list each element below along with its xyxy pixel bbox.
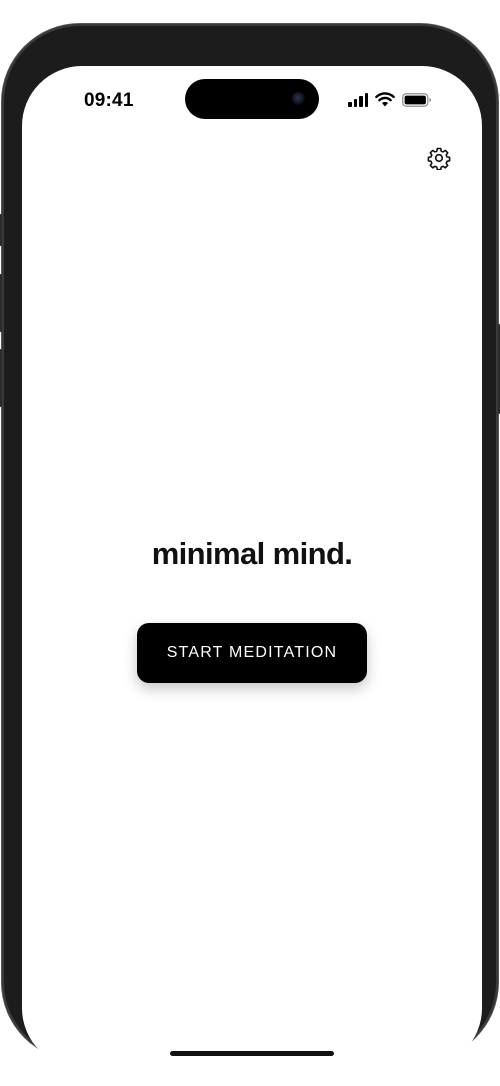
app-title: minimal mind.	[151, 536, 353, 571]
phone-frame: 09:41 minimal mind. START MEDITATION	[0, 24, 500, 1068]
start-meditation-button[interactable]: START MEDITATION	[137, 623, 367, 683]
app-screen: 09:41 minimal mind. START MEDITATION	[22, 66, 482, 1068]
battery-icon	[402, 92, 431, 107]
gear-icon	[427, 147, 451, 170]
action-button	[0, 214, 2, 246]
volume-down-button	[0, 349, 2, 407]
status-time: 09:41	[84, 90, 134, 111]
status-icons	[348, 92, 432, 107]
dynamic-island	[185, 79, 319, 119]
cellular-signal-icon	[348, 92, 368, 107]
wifi-icon	[375, 92, 395, 107]
settings-button[interactable]	[426, 145, 452, 171]
volume-up-button	[0, 274, 2, 332]
home-indicator[interactable]	[170, 1051, 334, 1056]
camera-icon	[292, 92, 305, 105]
